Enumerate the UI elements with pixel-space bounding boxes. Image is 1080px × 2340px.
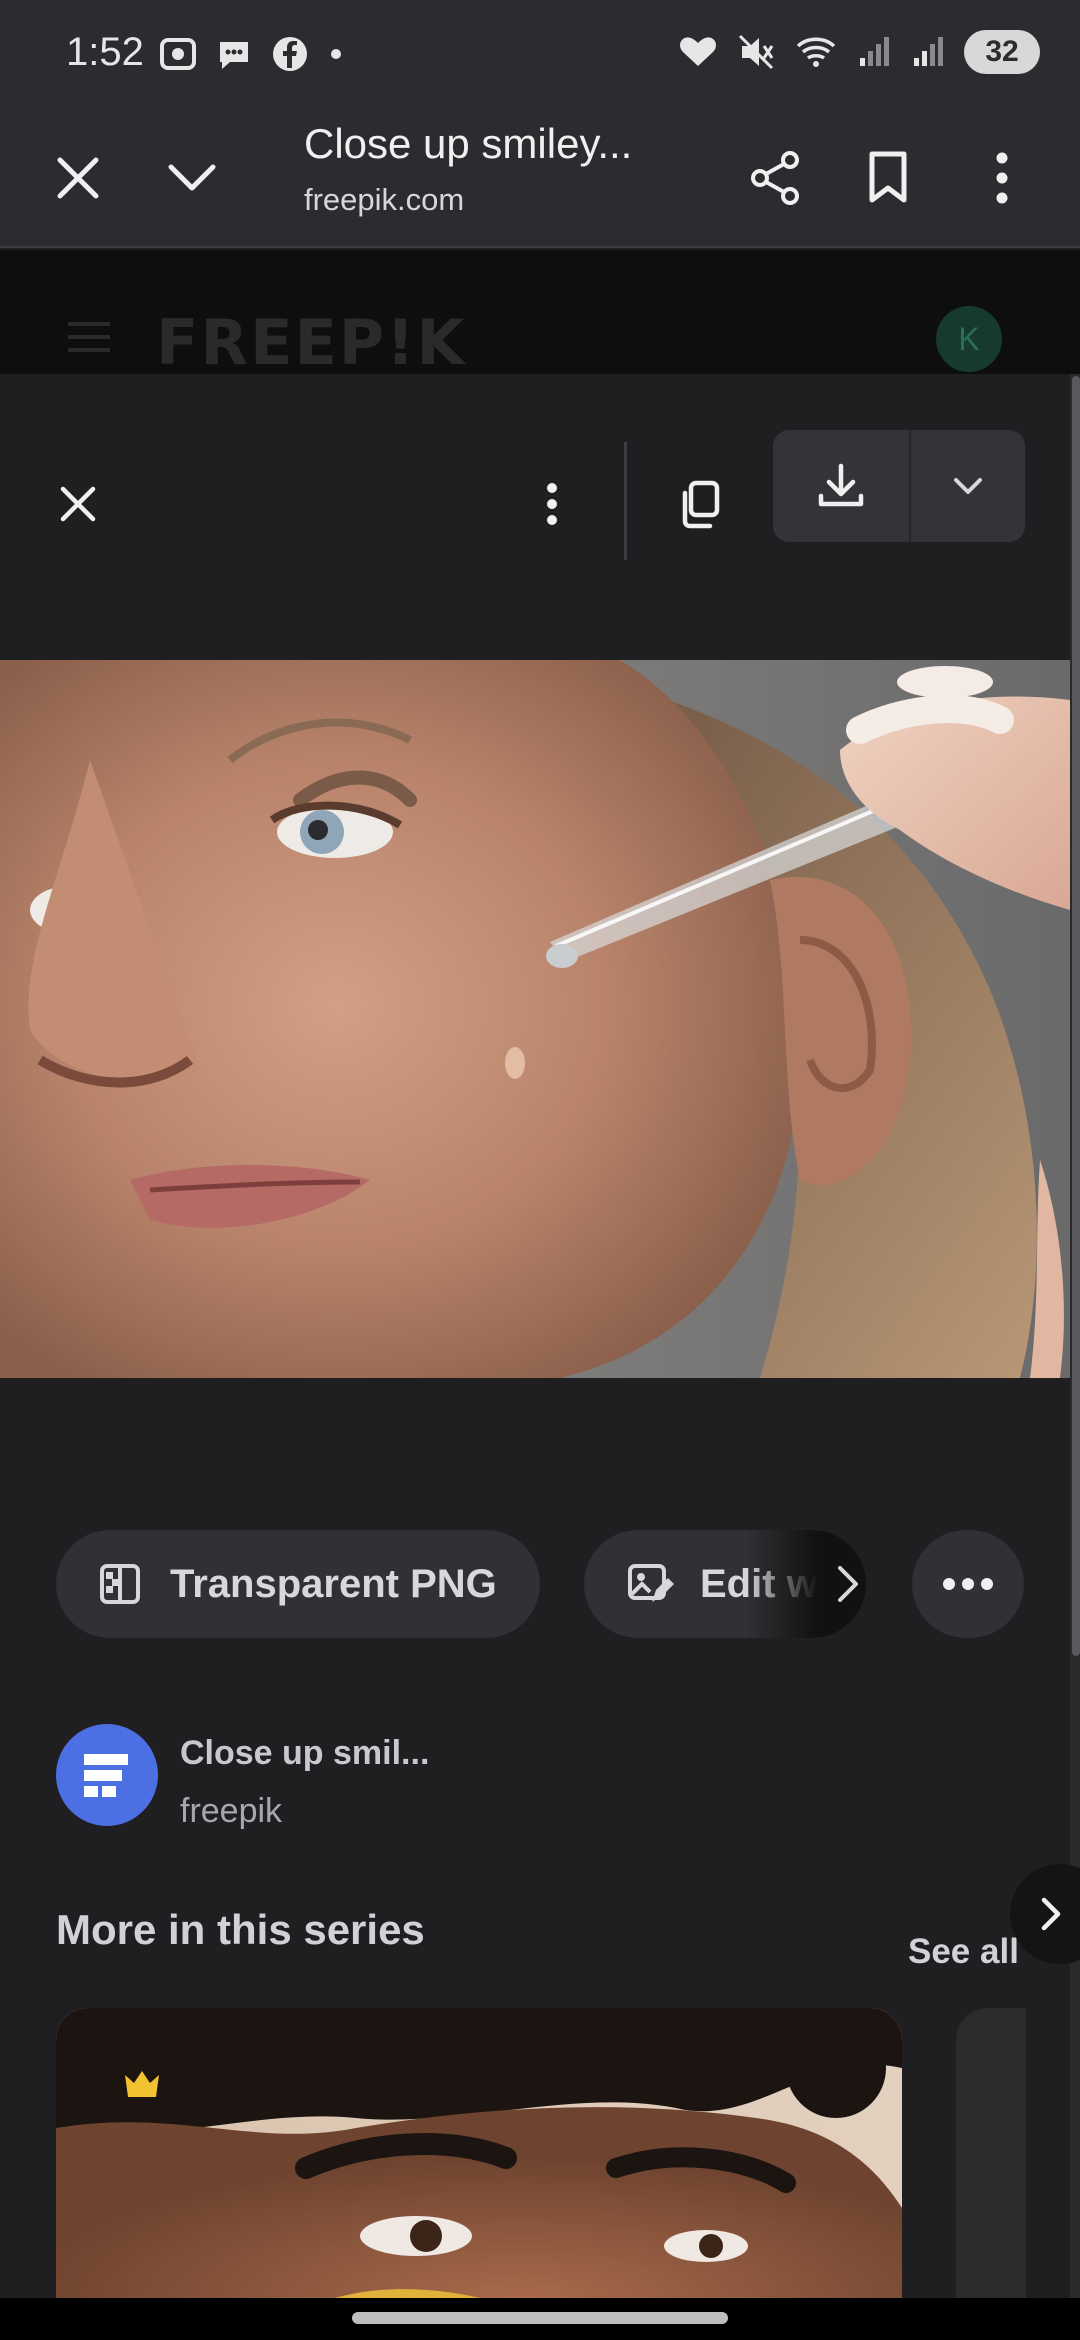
author-avatar[interactable] [56,1724,158,1826]
photo-woman-serum [0,660,1070,1378]
chevron-right-icon [1041,1897,1061,1931]
user-avatar[interactable]: K [936,306,1002,372]
hamburger-icon[interactable] [68,320,110,354]
freepik-logo-icon [84,1754,128,1797]
series-thumbnail [56,2008,902,2340]
series-card-next[interactable] [956,2008,1026,2340]
author-name[interactable]: freepik [180,1792,282,1831]
heart-icon [680,37,716,66]
more-vertical-icon [547,483,557,525]
status-time: 1:52 [66,30,144,74]
signal-icon-2 [914,37,943,66]
bookmark-icon [869,151,907,203]
download-icon [818,463,864,507]
share-button[interactable] [736,138,816,218]
download-button[interactable] [773,430,911,542]
toolbar-divider [624,442,627,560]
copy-icon [682,480,720,529]
notification-icons [158,34,346,74]
see-all-link[interactable]: See all [908,1932,1019,1972]
transparent-png-label: Transparent PNG [170,1561,497,1606]
image-detail-modal: Transparent PNG Edit w Close up smil... … [0,374,1070,2340]
close-icon [60,486,96,522]
facebook-icon [273,37,307,71]
messages-icon [220,42,248,69]
download-button-group [773,430,1025,542]
main-photo[interactable] [0,660,1070,1378]
premium-badge [112,2058,172,2108]
share-icon [751,151,799,205]
wifi-icon [796,37,836,67]
site-logo[interactable]: FREEP!K [156,306,467,379]
screenshot-icon [160,38,196,70]
system-nav-bar [0,2298,1080,2340]
dot-icon [331,49,341,59]
more-vertical-icon [996,152,1008,204]
chevron-down-icon [954,478,982,494]
series-heading: More in this series [56,1906,425,1953]
system-icons: 32 [678,30,1040,74]
close-tab-button[interactable] [38,138,118,218]
more-horizontal-icon [943,1578,993,1590]
custom-tab-toolbar: Close up smiley... freepik.com [0,110,1080,248]
edit-button[interactable]: Edit w [584,1530,866,1638]
bookmark-button[interactable] [848,138,928,218]
download-options-button[interactable] [911,430,1025,542]
transparent-png-button[interactable]: Transparent PNG [56,1530,540,1638]
minimize-tab-button[interactable] [152,138,232,218]
battery-indicator: 32 [964,30,1040,74]
close-icon [57,157,99,199]
chevron-down-icon [168,164,216,191]
edit-image-icon [628,1564,674,1602]
modal-close-button[interactable] [38,464,118,544]
modal-more-button[interactable] [512,464,592,544]
mute-icon [738,34,774,70]
chevron-right-icon[interactable] [832,1560,862,1608]
transparent-png-icon [100,1564,140,1604]
copy-button[interactable] [660,464,740,544]
series-card[interactable] [56,2008,902,2340]
page-title: Close up smiley... [304,120,633,167]
home-gesture-handle[interactable] [352,2312,728,2324]
overflow-menu-button[interactable] [962,138,1042,218]
site-header: FREEP!K K [0,250,1080,379]
scrollbar-thumb[interactable] [1072,376,1080,1656]
status-bar: 1:52 32 [0,0,1080,110]
crown-icon [125,2071,159,2097]
signal-icon [860,37,889,66]
image-title[interactable]: Close up smil... [180,1734,429,1773]
more-actions-button[interactable] [912,1530,1024,1638]
page-domain: freepik.com [304,182,465,217]
